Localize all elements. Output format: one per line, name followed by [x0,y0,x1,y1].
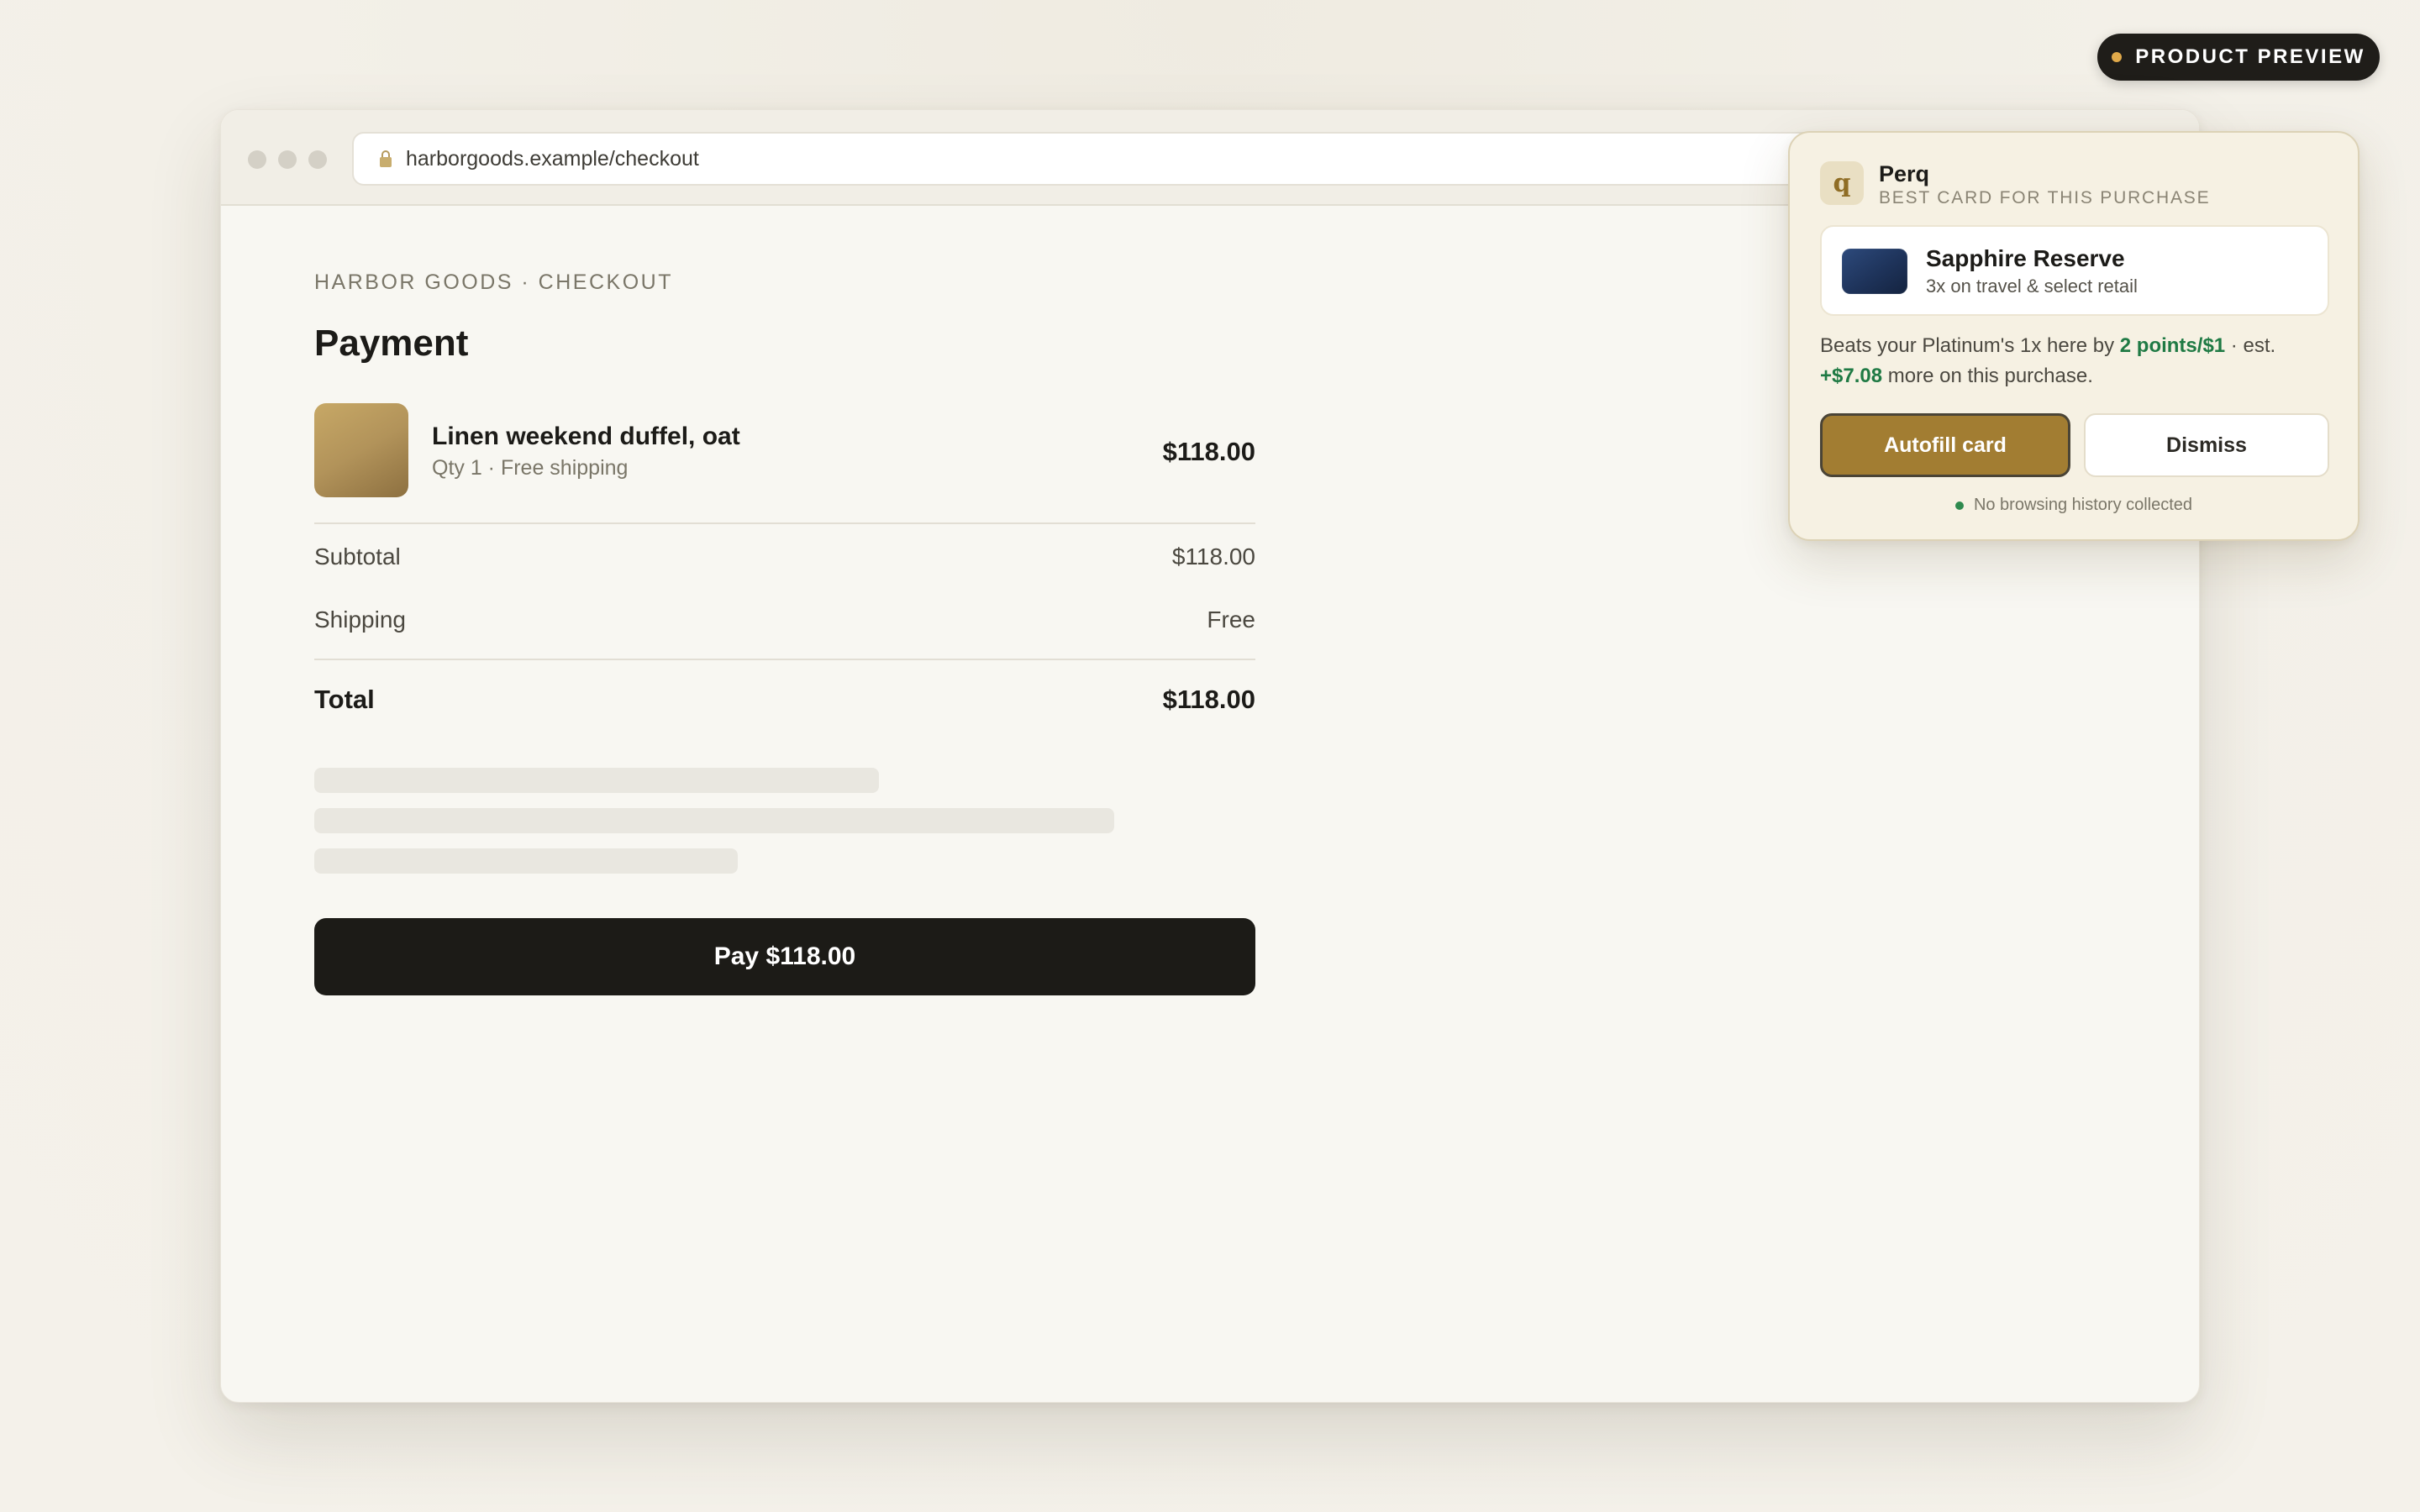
card-name: Sapphire Reserve [1926,245,2125,271]
product-preview-badge: PRODUCT PREVIEW [2097,34,2380,81]
page-title: Payment [314,323,469,364]
autofill-card-button[interactable]: Autofill card [1820,413,2070,477]
url-text: harborgoods.example/checkout [406,146,699,171]
window-minimize-icon[interactable] [278,150,297,169]
loading-skeleton-line [314,848,738,874]
shipping-value: Free [1207,606,1255,633]
product-details: Qty 1 · Free shipping [432,456,629,480]
total-label: Total [314,685,375,714]
credit-card-icon [1842,249,1907,294]
subtotal-label: Subtotal [314,543,401,570]
privacy-text: No browsing history collected [1973,496,2193,514]
window-maximize-icon[interactable] [308,150,327,169]
loading-skeleton-line [314,768,879,793]
comparison-suffix: more on this purchase. [1882,365,2093,387]
dismiss-button[interactable]: Dismiss [2084,413,2329,477]
privacy-note: No browsing history collected [1790,496,2358,515]
product-price: $118.00 [1162,437,1255,466]
privacy-dot-icon [1954,501,1964,510]
perq-tagline: BEST CARD FOR THIS PURCHASE [1879,188,2211,207]
window-close-icon[interactable] [248,150,266,169]
comparison-text: Beats your Platinum's 1x here by 2 point… [1820,331,2341,391]
brand-breadcrumb: HARBOR GOODS · CHECKOUT [314,270,673,294]
perq-popup: q Perq BEST CARD FOR THIS PURCHASE Sapph… [1788,131,2360,541]
card-description: 3x on travel & select retail [1926,276,2138,297]
recommended-card: Sapphire Reserve 3x on travel & select r… [1820,225,2329,316]
perq-logo: q [1820,161,1864,205]
total-divider [314,659,1255,660]
comparison-prefix: Beats your Platinum's 1x here by [1820,334,2120,357]
points-difference: 2 points/$1 [2119,334,2226,357]
comparison-middle: · est. [2225,334,2276,357]
perq-name: Perq [1879,161,1930,186]
product-name: Linen weekend duffel, oat [432,423,740,450]
shipping-label: Shipping [314,606,406,633]
subtotal-value: $118.00 [1171,543,1255,570]
loading-skeleton-line [314,808,1114,833]
product-preview-label: PRODUCT PREVIEW [2135,45,2365,68]
estimated-savings: +$7.08 [1820,365,1883,387]
summary-divider [314,522,1255,524]
lock-icon [379,150,392,168]
pay-button[interactable]: Pay $118.00 [314,918,1255,995]
address-bar[interactable]: harborgoods.example/checkout [352,132,1932,186]
status-dot-icon [2112,52,2123,62]
total-value: $118.00 [1162,685,1255,714]
product-thumbnail [314,403,408,497]
